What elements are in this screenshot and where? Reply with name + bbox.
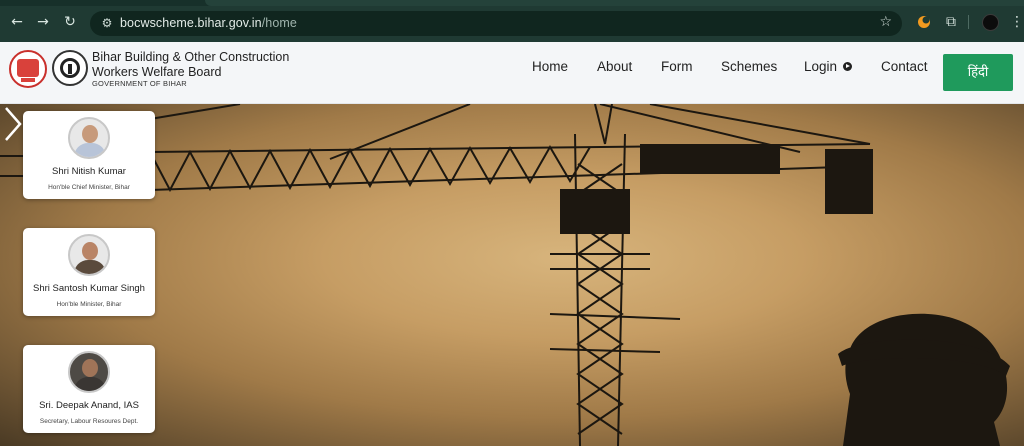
browser-toolbar: ← → ↻ ⚙ bocwscheme.bihar.gov.in/home ☆ ⧉… <box>0 0 1024 42</box>
toolbar-divider <box>968 15 969 29</box>
tab-strip <box>0 0 1024 6</box>
menu-icon[interactable]: ⋮ <box>1010 13 1024 31</box>
nav-contact[interactable]: Contact <box>881 59 928 74</box>
nav-form[interactable]: Form <box>661 59 693 74</box>
brand-subtitle: GOVERNMENT OF BIHAR <box>92 79 187 88</box>
profile-card-secretary[interactable]: Sri. Deepak Anand, IAS Secretary, Labour… <box>23 345 155 433</box>
hindi-language-button[interactable]: हिंदी <box>943 54 1013 91</box>
card-role: Hon'ble Minister, Bihar <box>56 301 122 308</box>
profile-card-minister[interactable]: Shri Santosh Kumar Singh Hon'ble Ministe… <box>23 228 155 316</box>
card-role: Secretary, Labour Resoures Dept. <box>39 418 139 425</box>
avatar <box>68 351 110 393</box>
hero-slider: Shri Nitish Kumar Hon'ble Chief Minister… <box>0 104 1024 446</box>
reload-icon[interactable]: ↻ <box>61 13 79 31</box>
emblem-base <box>21 78 35 82</box>
profile-card-chief-minister[interactable]: Shri Nitish Kumar Hon'ble Chief Minister… <box>23 111 155 199</box>
avatar-body <box>74 143 106 157</box>
login-arrow-icon <box>843 62 853 71</box>
avatar-head <box>82 359 98 377</box>
emblem-shape <box>17 59 39 77</box>
avatar-body <box>74 377 106 391</box>
site-settings-icon[interactable]: ⚙ <box>99 15 115 31</box>
active-tab-edge <box>205 0 1024 6</box>
avatar <box>68 117 110 159</box>
star-icon[interactable]: ☆ <box>879 14 892 30</box>
nav-home[interactable]: Home <box>532 59 568 74</box>
chevron-right-icon[interactable] <box>0 104 26 144</box>
card-name: Shri Santosh Kumar Singh <box>33 283 145 294</box>
back-icon[interactable]: ← <box>8 13 26 31</box>
card-role: Hon'ble Chief Minister, Bihar <box>48 184 130 191</box>
site-header: Bihar Building & Other Construction Work… <box>0 42 1024 104</box>
url-path: /home <box>261 16 297 30</box>
avatar-head <box>82 125 98 143</box>
extension-icon[interactable] <box>915 13 933 31</box>
profile-icon[interactable] <box>982 14 999 31</box>
avatar-head <box>82 242 98 260</box>
avatar <box>68 234 110 276</box>
brand-title: Bihar Building & Other Construction Work… <box>92 50 290 79</box>
puzzle-icon[interactable]: ⧉ <box>942 13 960 31</box>
url-host: bocwscheme.bihar.gov.in <box>120 16 262 30</box>
address-bar[interactable]: ⚙ bocwscheme.bihar.gov.in/home ☆ <box>90 11 902 36</box>
nav-about[interactable]: About <box>597 59 632 74</box>
nav-login-label: Login <box>804 59 838 74</box>
seal-center <box>68 64 72 74</box>
avatar-body <box>74 260 106 274</box>
card-name: Shri Nitish Kumar <box>52 166 126 177</box>
nav-schemes[interactable]: Schemes <box>721 59 777 74</box>
nav-login[interactable]: Login <box>804 59 853 74</box>
card-name: Sri. Deepak Anand, IAS <box>39 400 139 411</box>
url-text[interactable]: bocwscheme.bihar.gov.in/home <box>120 16 297 30</box>
forward-icon[interactable]: → <box>34 13 52 31</box>
board-seal-logo[interactable] <box>52 50 88 86</box>
bihar-emblem-logo[interactable] <box>9 50 47 88</box>
